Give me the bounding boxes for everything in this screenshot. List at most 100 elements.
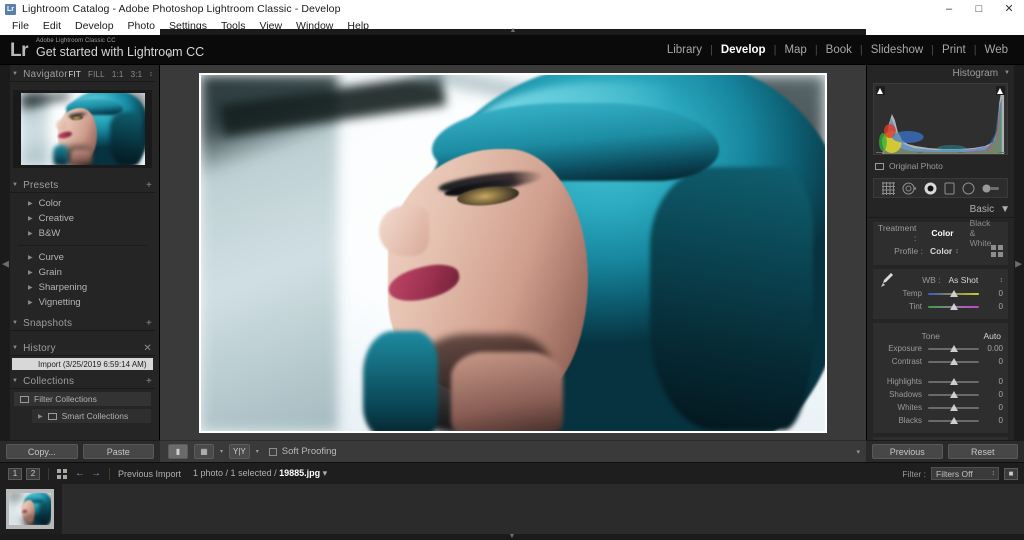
preset-group-sharpening[interactable]: ▶ Sharpening bbox=[10, 280, 155, 295]
filmstrip-source-label[interactable]: Previous Import bbox=[118, 469, 181, 479]
slider-temp[interactable]: Temp 0 bbox=[878, 287, 1003, 300]
filter-lock-button[interactable]: ■ bbox=[1004, 468, 1018, 480]
identity-title[interactable]: Get started with Lightroom CC bbox=[36, 45, 204, 59]
slider-handle[interactable] bbox=[950, 290, 958, 297]
slider-exposure[interactable]: Exposure 0.00 bbox=[878, 342, 1003, 355]
slider-handle[interactable] bbox=[950, 378, 958, 385]
filter-select[interactable]: Filters Off ↕ bbox=[931, 467, 999, 480]
module-develop[interactable]: Develop bbox=[713, 44, 774, 56]
slider-track[interactable] bbox=[928, 343, 979, 354]
slider-handle[interactable] bbox=[950, 358, 958, 365]
nav-zoom-stepper-icon[interactable]: ↕ bbox=[149, 71, 153, 78]
presets-add-button[interactable]: + bbox=[146, 180, 155, 191]
disclosure-triangle-icon[interactable]: ▼ bbox=[12, 71, 18, 77]
close-button[interactable]: ✕ bbox=[994, 0, 1024, 18]
slider-track[interactable] bbox=[928, 415, 979, 426]
disclosure-triangle-icon[interactable]: ▼ bbox=[12, 320, 18, 326]
loupe-view-icon[interactable]: ▮ bbox=[168, 444, 188, 459]
nav-mode-3-1[interactable]: 3:1 bbox=[131, 70, 143, 79]
chevron-down-icon[interactable]: ▾ bbox=[220, 448, 223, 455]
adjustment-brush-icon[interactable] bbox=[982, 183, 1000, 194]
module-map[interactable]: Map bbox=[776, 44, 814, 56]
disclosure-triangle-icon[interactable]: ▼ bbox=[1000, 204, 1010, 215]
treatment-option-black-and-white[interactable]: Black & White bbox=[962, 218, 1003, 248]
menu-photo[interactable]: Photo bbox=[121, 18, 162, 35]
slider-track[interactable] bbox=[928, 402, 979, 413]
left-panel-collapse-bar[interactable]: ◀ bbox=[0, 65, 10, 462]
collections-header[interactable]: ▼ Collections + bbox=[10, 374, 155, 389]
red-eye-icon[interactable] bbox=[924, 182, 937, 195]
slider-track[interactable] bbox=[928, 356, 979, 367]
menu-develop[interactable]: Develop bbox=[68, 18, 121, 35]
preset-group-vignetting[interactable]: ▶ Vignetting bbox=[10, 295, 155, 310]
slider-value[interactable]: 0 bbox=[979, 357, 1003, 366]
identity-arrow-icon[interactable]: ▶ bbox=[168, 51, 173, 59]
slider-track[interactable] bbox=[928, 301, 979, 312]
previous-button[interactable]: Previous bbox=[872, 444, 943, 459]
forward-arrow-icon[interactable]: → bbox=[91, 468, 101, 479]
histogram-graph[interactable] bbox=[873, 83, 1008, 155]
nav-mode-fit[interactable]: FIT bbox=[68, 70, 81, 79]
copy-button[interactable]: Copy... bbox=[6, 444, 78, 459]
snapshots-add-button[interactable]: + bbox=[146, 318, 155, 329]
basic-panel-header[interactable]: Basic ▼ bbox=[867, 201, 1014, 218]
collections-add-button[interactable]: + bbox=[146, 376, 155, 387]
right-panel-collapse-bar[interactable]: ▶ bbox=[1014, 65, 1024, 462]
white-balance-selector-icon[interactable] bbox=[878, 272, 896, 288]
paste-button[interactable]: Paste bbox=[83, 444, 155, 459]
slider-value[interactable]: 0 bbox=[979, 289, 1003, 298]
crop-overlay-icon[interactable] bbox=[882, 182, 895, 195]
tone-auto-button[interactable]: Auto bbox=[984, 331, 1004, 341]
history-clear-button[interactable]: ✕ bbox=[143, 343, 155, 354]
second-screen-button[interactable]: 2 bbox=[26, 468, 40, 480]
slider-value[interactable]: 0 bbox=[979, 403, 1003, 412]
history-entry[interactable]: Import (3/25/2019 6:59:14 AM) bbox=[12, 358, 153, 370]
graduated-filter-icon[interactable] bbox=[944, 182, 955, 195]
reset-button[interactable]: Reset bbox=[948, 444, 1019, 459]
minimize-button[interactable]: – bbox=[934, 0, 964, 18]
top-panel-collapse-bar[interactable]: ▲ bbox=[160, 29, 866, 35]
preset-group-creative[interactable]: ▶ Creative bbox=[10, 211, 155, 226]
filter-stepper-icon[interactable]: ↕ bbox=[992, 470, 999, 477]
grid-view-icon[interactable] bbox=[57, 469, 67, 479]
nav-mode-fill[interactable]: FILL bbox=[88, 70, 105, 79]
module-book[interactable]: Book bbox=[818, 44, 860, 56]
histogram-header[interactable]: Histogram ▼ bbox=[867, 65, 1014, 81]
radial-filter-icon[interactable] bbox=[962, 182, 975, 195]
slider-handle[interactable] bbox=[950, 404, 958, 411]
spot-removal-icon[interactable] bbox=[902, 182, 917, 195]
slider-value[interactable]: 0 bbox=[979, 390, 1003, 399]
shadow-clipping-icon[interactable] bbox=[876, 86, 885, 95]
module-library[interactable]: Library bbox=[659, 44, 710, 56]
slider-track[interactable] bbox=[928, 376, 979, 387]
navigator-header[interactable]: ▼ Navigator FIT FILL 1:1 3:1 ↕ bbox=[10, 67, 155, 82]
before-after-icon[interactable]: ▦ bbox=[194, 444, 214, 459]
soft-proofing-checkbox[interactable] bbox=[269, 448, 277, 456]
slider-blacks[interactable]: Blacks 0 bbox=[878, 414, 1003, 427]
snapshots-header[interactable]: ▼ Snapshots + bbox=[10, 316, 155, 331]
disclosure-triangle-icon[interactable]: ▼ bbox=[12, 378, 18, 384]
menu-file[interactable]: File bbox=[5, 18, 36, 35]
slider-handle[interactable] bbox=[950, 417, 958, 424]
module-slideshow[interactable]: Slideshow bbox=[863, 44, 931, 56]
module-web[interactable]: Web bbox=[977, 44, 1016, 56]
toolbar-collapse-icon[interactable]: ▾ bbox=[856, 448, 860, 456]
wb-stepper-icon[interactable]: ↕ bbox=[1000, 277, 1004, 284]
disclosure-triangle-icon[interactable]: ▼ bbox=[12, 345, 18, 351]
slider-value[interactable]: 0 bbox=[979, 377, 1003, 386]
navigator-preview[interactable] bbox=[13, 90, 152, 168]
filmstrip-thumbnail[interactable] bbox=[6, 489, 54, 529]
profile-stepper-icon[interactable]: ↕ bbox=[955, 248, 959, 255]
collection-filter-collections[interactable]: Filter Collections bbox=[14, 392, 151, 406]
photo-image[interactable] bbox=[201, 75, 825, 431]
slider-value[interactable]: 0 bbox=[979, 302, 1003, 311]
history-header[interactable]: ▼ History ✕ bbox=[10, 341, 155, 356]
preset-group-curve[interactable]: ▶ Curve bbox=[10, 250, 155, 265]
soft-proofing-toggle[interactable]: Soft Proofing bbox=[269, 446, 337, 457]
chevron-right-icon[interactable]: ▶ bbox=[38, 413, 43, 420]
menu-edit[interactable]: Edit bbox=[36, 18, 68, 35]
slider-value[interactable]: 0.00 bbox=[979, 344, 1003, 353]
bottom-panel-collapse-bar[interactable]: ▼ bbox=[0, 534, 1024, 540]
disclosure-triangle-icon[interactable]: ▼ bbox=[1004, 70, 1010, 76]
main-screen-button[interactable]: 1 bbox=[8, 468, 22, 480]
